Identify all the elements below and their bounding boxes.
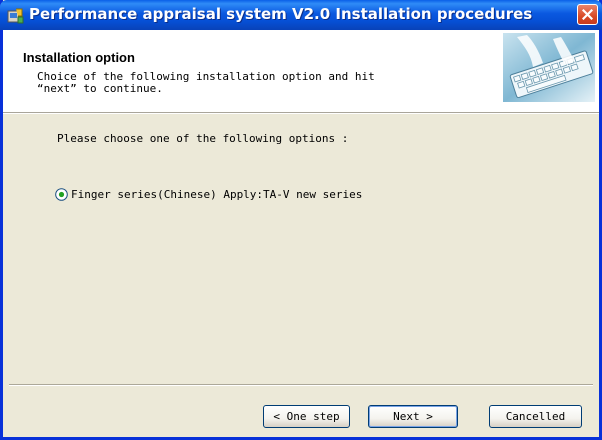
header-separator [3,113,599,114]
window-title: Performance appraisal system V2.0 Instal… [29,5,533,23]
back-button[interactable]: < One step [263,405,350,428]
option-finger-series[interactable]: Finger series(Chinese) Apply:TA-V new se… [55,186,362,202]
radio-selected-icon[interactable] [55,187,68,201]
header-panel: Installation option Choice of the follow… [3,30,599,113]
installer-window: Performance appraisal system V2.0 Instal… [0,0,602,440]
option-label: Finger series(Chinese) Apply:TA-V new se… [71,187,363,201]
header-title: Installation option [23,50,135,65]
title-bar[interactable]: Performance appraisal system V2.0 Instal… [0,0,602,30]
options-prompt: Please choose one of the following optio… [57,132,349,145]
keyboard-hands-image [503,33,595,102]
footer-divider-highlight [9,385,593,386]
close-button[interactable] [577,4,598,25]
header-description: Choice of the following installation opt… [37,70,375,95]
installer-icon [7,8,24,24]
next-button[interactable]: Next > [368,405,458,428]
cancel-button[interactable]: Cancelled [489,405,582,428]
close-icon [582,9,593,20]
